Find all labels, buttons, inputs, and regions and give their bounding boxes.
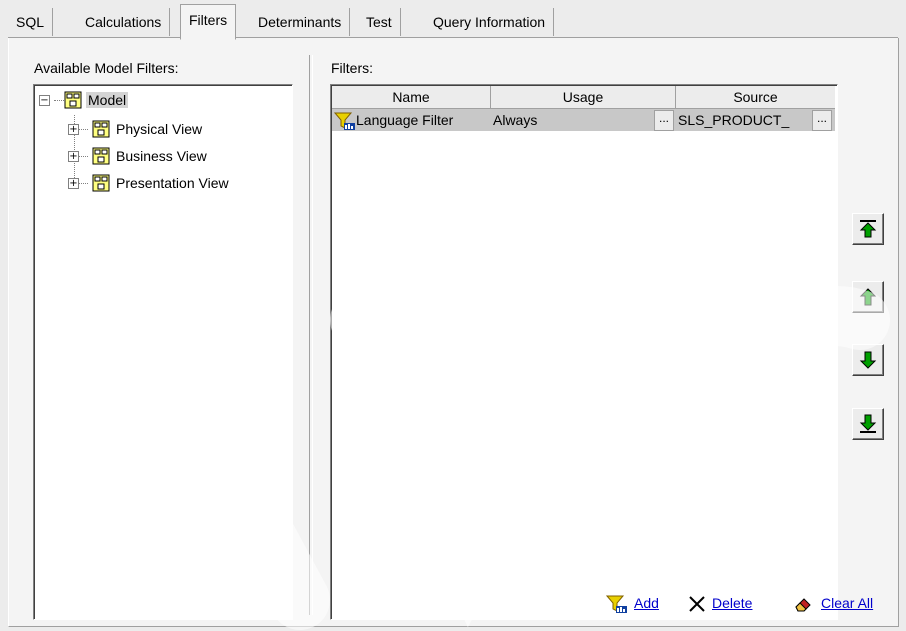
expand-icon[interactable]: + bbox=[68, 151, 79, 162]
panel-divider bbox=[309, 55, 313, 615]
add-filter-icon bbox=[605, 595, 627, 614]
tree-item-model[interactable]: Model bbox=[86, 89, 129, 111]
cell-usage[interactable]: Always bbox=[491, 109, 676, 131]
tab-test[interactable]: Test bbox=[358, 8, 401, 36]
available-model-filters-label: Available Model Filters: bbox=[34, 60, 179, 76]
cell-name[interactable]: Language Filter bbox=[332, 109, 491, 131]
eraser-icon bbox=[795, 598, 811, 612]
column-header-name[interactable]: Name bbox=[332, 86, 491, 109]
clear-all-button[interactable]: Clear All bbox=[793, 593, 873, 613]
expand-icon[interactable]: + bbox=[68, 178, 79, 189]
filter-usage: Always bbox=[493, 112, 538, 128]
arrow-to-bottom-icon bbox=[859, 414, 877, 433]
tab-filters[interactable]: Filters bbox=[180, 4, 237, 40]
collapse-icon[interactable]: − bbox=[39, 95, 50, 106]
tree-connector bbox=[54, 100, 64, 102]
tree-item-business-view[interactable]: Business View bbox=[116, 145, 207, 167]
add-button[interactable]: Add bbox=[605, 593, 659, 614]
delete-x-icon bbox=[689, 596, 705, 613]
arrow-to-top-icon bbox=[859, 220, 877, 238]
filter-name: Language Filter bbox=[356, 112, 454, 128]
tab-query-information[interactable]: Query Information bbox=[425, 8, 555, 36]
column-header-usage[interactable]: Usage bbox=[491, 86, 676, 109]
arrow-up-icon bbox=[859, 288, 877, 306]
usage-ellipsis-button[interactable]: ... bbox=[654, 110, 674, 131]
model-folder-icon bbox=[92, 147, 110, 165]
source-ellipsis-button[interactable]: ... bbox=[812, 110, 832, 131]
filters-label: Filters: bbox=[331, 60, 373, 76]
model-folder-icon bbox=[92, 120, 110, 138]
tab-determinants[interactable]: Determinants bbox=[250, 8, 351, 36]
move-down-button[interactable] bbox=[852, 344, 884, 376]
filters-grid[interactable]: Name Usage Source Language Filter Always… bbox=[330, 84, 838, 620]
arrow-down-icon bbox=[859, 351, 877, 369]
model-filters-tree[interactable]: − Model + Physical View + Business View bbox=[33, 84, 293, 620]
delete-button[interactable]: Delete bbox=[688, 593, 752, 613]
tab-calculations[interactable]: Calculations bbox=[77, 8, 171, 36]
delete-link: Delete bbox=[712, 595, 753, 611]
filter-source: SLS_PRODUCT_ bbox=[678, 112, 790, 128]
move-to-bottom-button[interactable] bbox=[852, 408, 884, 440]
tree-item-presentation-view[interactable]: Presentation View bbox=[116, 172, 229, 194]
model-folder-icon bbox=[64, 91, 82, 109]
tab-sql[interactable]: SQL bbox=[8, 8, 54, 36]
move-up-button[interactable] bbox=[852, 281, 884, 313]
tree-item-physical-view[interactable]: Physical View bbox=[116, 118, 202, 140]
expand-icon[interactable]: + bbox=[68, 124, 79, 135]
tree-item-label: Model bbox=[86, 92, 129, 108]
add-link: Add bbox=[634, 595, 659, 611]
column-header-source[interactable]: Source bbox=[676, 86, 835, 109]
model-folder-icon bbox=[92, 174, 110, 192]
filter-funnel-icon bbox=[333, 112, 355, 131]
move-to-top-button[interactable] bbox=[852, 213, 884, 245]
filters-dialog: SQL Calculations Determinants Test Query… bbox=[0, 0, 906, 631]
clear-all-link: Clear All bbox=[821, 595, 874, 611]
